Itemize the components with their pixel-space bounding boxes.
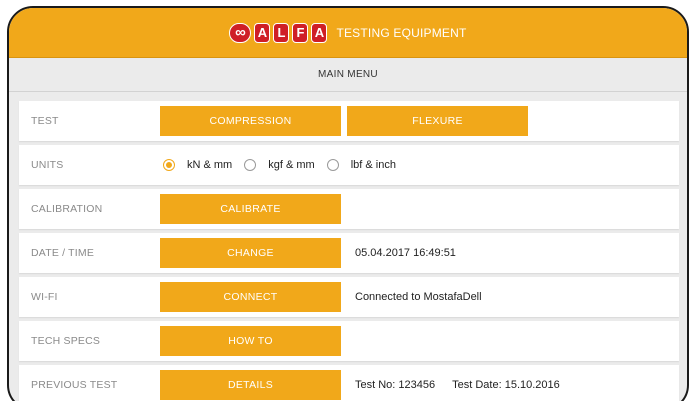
menu-rows: TEST COMPRESSION FLEXURE UNITS kN & mm k…	[9, 92, 687, 401]
radio-checked-icon[interactable]	[163, 159, 175, 171]
row-label-test: TEST	[31, 115, 59, 127]
details-button[interactable]: DETAILS	[160, 370, 341, 400]
app-frame: ∞ A L F A TESTING EQUIPMENT MAIN MENU TE…	[7, 6, 689, 401]
logo-letter: A	[254, 22, 271, 43]
units-option-label: kN & mm	[187, 159, 233, 171]
menu-title: MAIN MENU	[318, 69, 378, 80]
row-label-tech-specs: TECH SPECS	[31, 335, 101, 347]
row-label-calibration: CALIBRATION	[31, 203, 103, 215]
previous-test-number: Test No: 123456	[355, 379, 436, 391]
connect-wifi-button[interactable]: CONNECT	[160, 282, 341, 312]
row-label-previous-test: PREVIOUS TEST	[31, 379, 118, 391]
row-date-time: DATE / TIME CHANGE 05.04.2017 16:49:51	[19, 233, 679, 273]
menu-title-bar: MAIN MENU	[9, 58, 687, 92]
units-option-label: lbf & inch	[350, 159, 396, 171]
brand-logo: ∞ A L F A TESTING EQUIPMENT	[229, 22, 467, 43]
row-label-date-time: DATE / TIME	[31, 247, 95, 259]
flexure-button[interactable]: FLEXURE	[347, 106, 528, 136]
row-previous-test: PREVIOUS TEST DETAILS Test No: 123456 Te…	[19, 365, 679, 401]
compression-button[interactable]: COMPRESSION	[160, 106, 341, 136]
change-datetime-button[interactable]: CHANGE	[160, 238, 341, 268]
logo-letter: A	[311, 22, 328, 43]
row-label-units: UNITS	[31, 159, 64, 171]
brand-tagline: TESTING EQUIPMENT	[336, 25, 467, 40]
radio-unchecked-icon[interactable]	[326, 159, 339, 171]
units-option-label: kgf & mm	[268, 159, 315, 171]
row-units: UNITS kN & mm kgf & mm lbf & inch	[19, 145, 679, 185]
previous-test-date: Test Date: 15.10.2016	[452, 379, 560, 391]
row-calibration: CALIBRATION CALIBRATE	[19, 189, 679, 229]
how-to-button[interactable]: HOW TO	[160, 326, 341, 356]
radio-unchecked-icon[interactable]	[244, 159, 257, 171]
units-option-kgf-mm[interactable]: kgf & mm	[244, 159, 315, 171]
units-option-kn-mm[interactable]: kN & mm	[160, 159, 232, 171]
units-radio-group: kN & mm kgf & mm lbf & inch	[160, 159, 408, 171]
infinity-icon: ∞	[229, 22, 252, 43]
row-label-wifi: WI-FI	[31, 291, 58, 303]
row-wifi: WI-FI CONNECT Connected to MostafaDell	[19, 277, 679, 317]
datetime-value: 05.04.2017 16:49:51	[355, 247, 456, 259]
header-bar: ∞ A L F A TESTING EQUIPMENT	[9, 8, 687, 58]
row-tech-specs: TECH SPECS HOW TO	[19, 321, 679, 361]
logo-letter: L	[273, 22, 290, 43]
row-test: TEST COMPRESSION FLEXURE	[19, 101, 679, 141]
wifi-status: Connected to MostafaDell	[355, 291, 482, 303]
calibrate-button[interactable]: CALIBRATE	[160, 194, 341, 224]
units-option-lbf-inch[interactable]: lbf & inch	[326, 159, 396, 171]
logo-letter: F	[292, 22, 309, 43]
